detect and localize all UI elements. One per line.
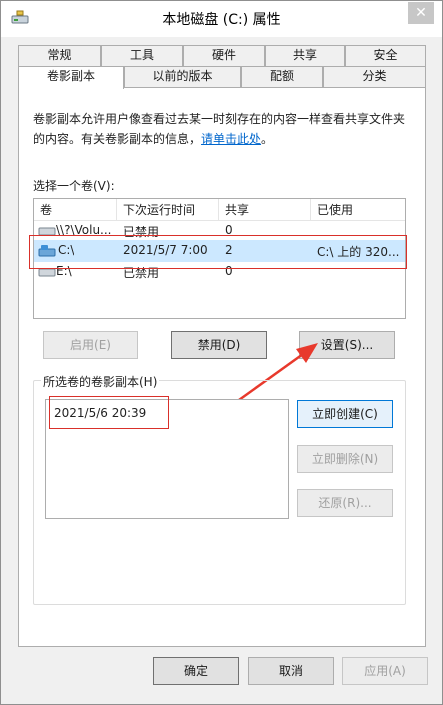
column-header-next-run[interactable]: 下次运行时间 <box>117 199 219 221</box>
close-button[interactable]: ✕ <box>408 2 434 24</box>
cancel-button[interactable]: 取消 <box>248 657 334 685</box>
help-link[interactable]: 请单击此处 <box>201 132 261 146</box>
tab-classification[interactable]: 分类 <box>323 66 426 87</box>
drive-icon <box>11 10 29 24</box>
create-now-button[interactable]: 立即创建(C) <box>297 400 393 428</box>
ok-button[interactable]: 确定 <box>153 657 239 685</box>
select-volume-label: 选择一个卷(V): <box>33 179 115 193</box>
tab-tools[interactable]: 工具 <box>101 45 183 66</box>
enable-button[interactable]: 启用(E) <box>43 331 138 359</box>
tab-quota[interactable]: 配额 <box>241 66 323 87</box>
annotation-box-snapshot <box>49 396 169 429</box>
tab-hardware[interactable]: 硬件 <box>183 45 265 66</box>
close-icon: ✕ <box>415 5 427 21</box>
annotation-box-row <box>29 235 407 269</box>
tab-shadow-copies[interactable]: 卷影副本 <box>18 66 124 89</box>
window-title: 本地磁盘 (C:) 属性 <box>162 12 281 28</box>
list-header: 卷 下次运行时间 共享 已使用 <box>34 199 405 221</box>
tab-sharing[interactable]: 共享 <box>265 45 345 66</box>
properties-window: 本地磁盘 (C:) 属性 ✕ 常规 工具 硬件 共享 安全 卷影副本 以前的版本… <box>0 0 443 705</box>
delete-now-button[interactable]: 立即删除(N) <box>297 445 393 473</box>
tab-previous-versions[interactable]: 以前的版本 <box>124 66 241 87</box>
snapshot-group-title: 所选卷的卷影副本(H) <box>41 373 160 390</box>
column-header-volume[interactable]: 卷 <box>34 199 117 221</box>
column-header-shares[interactable]: 共享 <box>219 199 311 221</box>
tab-general[interactable]: 常规 <box>18 45 101 66</box>
revert-button[interactable]: 还原(R)... <box>297 489 393 517</box>
title-bar: 本地磁盘 (C:) 属性 ✕ <box>1 1 442 37</box>
column-header-used[interactable]: 已使用 <box>311 199 405 221</box>
tab-security[interactable]: 安全 <box>345 45 426 66</box>
description-text: 卷影副本允许用户像查看过去某一时刻存在的内容一样查看共享文件夹的内容。有关卷影副… <box>33 112 406 146</box>
apply-button[interactable]: 应用(A) <box>342 657 428 685</box>
